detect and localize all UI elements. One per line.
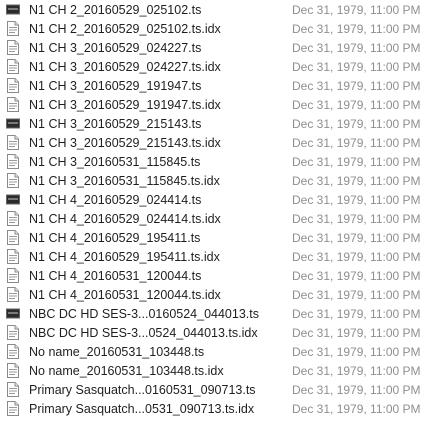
file-list: N1 CH 2_20160529_025102.ts Dec 31, 1979,…: [0, 0, 435, 421]
file-date: Dec 31, 1979, 11:00 PM: [292, 288, 421, 302]
file-name: N1 CH 3_20160529_191947.ts: [29, 79, 202, 93]
file-date: Dec 31, 1979, 11:00 PM: [292, 250, 421, 264]
file-date: Dec 31, 1979, 11:00 PM: [292, 136, 421, 150]
file-row[interactable]: No name_20160531_103448.ts.idx Dec 31, 1…: [0, 361, 435, 380]
file-name: N1 CH 3_20160531_115845.ts: [29, 155, 201, 169]
file-date: Dec 31, 1979, 11:00 PM: [292, 231, 421, 245]
document-icon: [6, 173, 20, 188]
file-date: Dec 31, 1979, 11:00 PM: [292, 212, 421, 226]
video-thumbnail-icon: [6, 306, 20, 321]
document-icon: [6, 135, 20, 150]
document-icon: [6, 21, 20, 36]
file-row[interactable]: N1 CH 2_20160529_025102.ts.idx Dec 31, 1…: [0, 19, 435, 38]
file-date: Dec 31, 1979, 11:00 PM: [292, 155, 421, 169]
document-icon: [6, 401, 20, 416]
document-icon: [6, 268, 20, 283]
file-name: Primary Sasquatch...0531_090713.ts.idx: [29, 402, 255, 416]
file-date: Dec 31, 1979, 11:00 PM: [292, 345, 421, 359]
file-row[interactable]: N1 CH 4_20160531_120044.ts Dec 31, 1979,…: [0, 266, 435, 285]
file-row[interactable]: No name_20160531_103448.ts Dec 31, 1979,…: [0, 342, 435, 361]
document-icon: [6, 211, 20, 226]
file-name: N1 CH 3_20160529_191947.ts.idx: [29, 98, 221, 112]
file-name: N1 CH 4_20160529_024414.ts.idx: [29, 212, 221, 226]
video-thumbnail-icon: [6, 116, 20, 131]
file-date: Dec 31, 1979, 11:00 PM: [292, 3, 421, 17]
file-row[interactable]: N1 CH 3_20160529_024227.ts Dec 31, 1979,…: [0, 38, 435, 57]
file-name: N1 CH 4_20160531_120044.ts: [29, 269, 202, 283]
document-icon: [6, 325, 20, 340]
file-row[interactable]: N1 CH 4_20160529_195411.ts Dec 31, 1979,…: [0, 228, 435, 247]
video-thumbnail-icon: [6, 192, 20, 207]
file-date: Dec 31, 1979, 11:00 PM: [292, 307, 421, 321]
file-name: N1 CH 4_20160529_024414.ts: [29, 193, 202, 207]
file-date: Dec 31, 1979, 11:00 PM: [292, 174, 421, 188]
file-date: Dec 31, 1979, 11:00 PM: [292, 383, 421, 397]
file-date: Dec 31, 1979, 11:00 PM: [292, 22, 421, 36]
document-icon: [6, 59, 20, 74]
file-name: N1 CH 4_20160531_120044.ts.idx: [29, 288, 221, 302]
file-row[interactable]: N1 CH 3_20160529_191947.ts.idx Dec 31, 1…: [0, 95, 435, 114]
file-date: Dec 31, 1979, 11:00 PM: [292, 402, 421, 416]
document-icon: [6, 40, 20, 55]
document-icon: [6, 287, 20, 302]
file-name: N1 CH 3_20160529_024227.ts.idx: [29, 60, 221, 74]
file-name: N1 CH 3_20160529_215143.ts: [29, 117, 202, 131]
file-name: N1 CH 3_20160529_024227.ts: [29, 41, 202, 55]
file-date: Dec 31, 1979, 11:00 PM: [292, 269, 421, 283]
file-name: N1 CH 4_20160529_195411.ts.idx: [29, 250, 220, 264]
document-icon: [6, 154, 20, 169]
file-row[interactable]: N1 CH 3_20160529_191947.ts Dec 31, 1979,…: [0, 76, 435, 95]
file-row[interactable]: N1 CH 4_20160529_195411.ts.idx Dec 31, 1…: [0, 247, 435, 266]
document-icon: [6, 249, 20, 264]
document-icon: [6, 97, 20, 112]
file-name: No name_20160531_103448.ts.idx: [29, 364, 224, 378]
file-row[interactable]: N1 CH 4_20160529_024414.ts Dec 31, 1979,…: [0, 190, 435, 209]
file-date: Dec 31, 1979, 11:00 PM: [292, 79, 421, 93]
video-thumbnail-icon: [6, 2, 20, 17]
file-name: NBC DC HD SES-3...0524_044013.ts.idx: [29, 326, 258, 340]
file-row[interactable]: N1 CH 3_20160529_215143.ts.idx Dec 31, 1…: [0, 133, 435, 152]
file-name: N1 CH 4_20160529_195411.ts: [29, 231, 201, 245]
file-name: NBC DC HD SES-3...0160524_044013.ts: [29, 307, 259, 321]
file-name: Primary Sasquatch...0160531_090713.ts: [29, 383, 256, 397]
file-name: N1 CH 2_20160529_025102.ts: [29, 3, 202, 17]
file-row[interactable]: N1 CH 3_20160531_115845.ts.idx Dec 31, 1…: [0, 171, 435, 190]
file-name: No name_20160531_103448.ts: [29, 345, 205, 359]
file-date: Dec 31, 1979, 11:00 PM: [292, 193, 421, 207]
file-name: N1 CH 2_20160529_025102.ts.idx: [29, 22, 221, 36]
file-row[interactable]: NBC DC HD SES-3...0524_044013.ts.idx Dec…: [0, 323, 435, 342]
file-row[interactable]: N1 CH 3_20160529_024227.ts.idx Dec 31, 1…: [0, 57, 435, 76]
file-date: Dec 31, 1979, 11:00 PM: [292, 117, 421, 131]
file-date: Dec 31, 1979, 11:00 PM: [292, 60, 421, 74]
file-row[interactable]: NBC DC HD SES-3...0160524_044013.ts Dec …: [0, 304, 435, 323]
file-row[interactable]: N1 CH 3_20160531_115845.ts Dec 31, 1979,…: [0, 152, 435, 171]
file-date: Dec 31, 1979, 11:00 PM: [292, 364, 421, 378]
file-row[interactable]: N1 CH 2_20160529_025102.ts Dec 31, 1979,…: [0, 0, 435, 19]
file-row[interactable]: Primary Sasquatch...0531_090713.ts.idx D…: [0, 399, 435, 418]
document-icon: [6, 363, 20, 378]
file-row[interactable]: N1 CH 4_20160529_024414.ts.idx Dec 31, 1…: [0, 209, 435, 228]
file-row[interactable]: Primary Sasquatch...0160531_090713.ts De…: [0, 380, 435, 399]
document-icon: [6, 344, 20, 359]
file-date: Dec 31, 1979, 11:00 PM: [292, 326, 421, 340]
document-icon: [6, 230, 20, 245]
file-date: Dec 31, 1979, 11:00 PM: [292, 41, 421, 55]
file-row[interactable]: N1 CH 4_20160531_120044.ts.idx Dec 31, 1…: [0, 285, 435, 304]
file-name: N1 CH 3_20160529_215143.ts.idx: [29, 136, 221, 150]
file-row[interactable]: N1 CH 3_20160529_215143.ts Dec 31, 1979,…: [0, 114, 435, 133]
document-icon: [6, 382, 20, 397]
file-name: N1 CH 3_20160531_115845.ts.idx: [29, 174, 220, 188]
file-date: Dec 31, 1979, 11:00 PM: [292, 98, 421, 112]
document-icon: [6, 78, 20, 93]
